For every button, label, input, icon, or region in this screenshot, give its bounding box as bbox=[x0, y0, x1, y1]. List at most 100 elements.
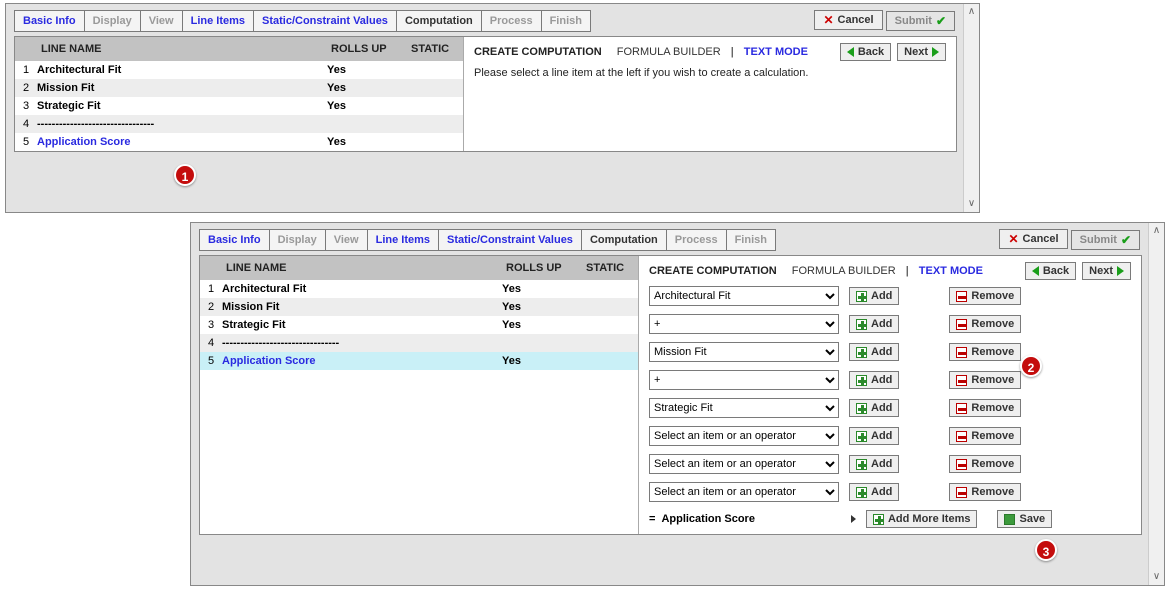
formula-item-select[interactable]: + bbox=[649, 370, 839, 390]
next-button[interactable]: Next bbox=[1082, 262, 1131, 280]
rolls-up-value: Yes bbox=[323, 79, 403, 97]
static-value bbox=[403, 97, 463, 115]
remove-button[interactable]: Remove bbox=[949, 315, 1021, 333]
tab-basic-info[interactable]: Basic Info bbox=[14, 10, 85, 32]
tab-computation[interactable]: Computation bbox=[581, 229, 667, 251]
table-row[interactable]: 4-------------------------------- bbox=[200, 334, 638, 352]
formula-item-select[interactable]: Select an item or an operator bbox=[649, 426, 839, 446]
plus-icon bbox=[856, 291, 867, 302]
add-more-items-button[interactable]: Add More Items bbox=[866, 510, 978, 528]
scrollbar-vertical[interactable]: ∧ ∨ bbox=[963, 4, 979, 212]
back-button[interactable]: Back bbox=[840, 43, 891, 61]
add-button[interactable]: Add bbox=[849, 315, 899, 333]
minus-icon bbox=[956, 319, 967, 330]
tab-line-items[interactable]: Line Items bbox=[182, 10, 254, 32]
line-name-link[interactable]: Application Score bbox=[222, 355, 316, 367]
formula-item-select[interactable]: + bbox=[649, 314, 839, 334]
tab-line-items[interactable]: Line Items bbox=[367, 229, 439, 251]
remove-button[interactable]: Remove bbox=[949, 483, 1021, 501]
formula-builder-label: FORMULA BUILDER bbox=[617, 46, 721, 58]
cancel-button[interactable]: ✕Cancel bbox=[814, 10, 882, 30]
table-row[interactable]: 3Strategic FitYes bbox=[15, 97, 463, 115]
cancel-label: Cancel bbox=[838, 14, 874, 26]
plus-icon bbox=[856, 487, 867, 498]
plus-icon bbox=[856, 347, 867, 358]
tab-row: ✕Cancel Submit✔ Basic InfoDisplayViewLin… bbox=[191, 223, 1148, 251]
next-button[interactable]: Next bbox=[897, 43, 946, 61]
add-button[interactable]: Add bbox=[849, 483, 899, 501]
table-row[interactable]: 5Application ScoreYes bbox=[15, 133, 463, 151]
tab-view: View bbox=[140, 10, 183, 32]
table-row[interactable]: 4-------------------------------- bbox=[15, 115, 463, 133]
tab-static-constraint-values[interactable]: Static/Constraint Values bbox=[253, 10, 397, 32]
add-button[interactable]: Add bbox=[849, 371, 899, 389]
row-number: 5 bbox=[200, 352, 218, 370]
scroll-up-icon[interactable]: ∧ bbox=[1149, 223, 1164, 239]
static-value bbox=[578, 316, 638, 334]
grid-header: LINE NAME ROLLS UP STATIC bbox=[15, 37, 463, 61]
line-name-link[interactable]: Application Score bbox=[37, 136, 131, 148]
computation-header: CREATE COMPUTATION FORMULA BUILDER | TEX… bbox=[649, 262, 1131, 280]
scroll-up-icon[interactable]: ∧ bbox=[964, 4, 979, 20]
table-row[interactable]: 2Mission FitYes bbox=[200, 298, 638, 316]
row-number: 1 bbox=[200, 280, 218, 298]
add-button[interactable]: Add bbox=[849, 399, 899, 417]
add-button[interactable]: Add bbox=[849, 343, 899, 361]
tab-display: Display bbox=[269, 229, 326, 251]
line-name: Mission Fit bbox=[218, 298, 498, 316]
static-value bbox=[578, 298, 638, 316]
add-button[interactable]: Add bbox=[849, 287, 899, 305]
static-value bbox=[403, 79, 463, 97]
tab-basic-info[interactable]: Basic Info bbox=[199, 229, 270, 251]
formula-row: Select an item or an operator Add Remove bbox=[649, 482, 1131, 502]
minus-icon bbox=[956, 375, 967, 386]
scrollbar-vertical[interactable]: ∧ ∨ bbox=[1148, 223, 1164, 585]
text-mode-link[interactable]: TEXT MODE bbox=[919, 265, 983, 277]
table-row[interactable]: 1Architectural FitYes bbox=[15, 61, 463, 79]
static-value bbox=[578, 334, 638, 352]
tab-finish: Finish bbox=[541, 10, 591, 32]
tab-display: Display bbox=[84, 10, 141, 32]
rolls-up-value bbox=[498, 334, 578, 352]
add-button[interactable]: Add bbox=[849, 455, 899, 473]
col-header-name: LINE NAME bbox=[33, 37, 323, 61]
remove-button[interactable]: Remove bbox=[949, 287, 1021, 305]
remove-button[interactable]: Remove bbox=[949, 371, 1021, 389]
add-button[interactable]: Add bbox=[849, 427, 899, 445]
line-items-grid: LINE NAME ROLLS UP STATIC 1Architectural… bbox=[200, 256, 639, 534]
back-button[interactable]: Back bbox=[1025, 262, 1076, 280]
rolls-up-value bbox=[323, 115, 403, 133]
line-name[interactable]: Application Score bbox=[218, 352, 498, 370]
plus-icon bbox=[856, 431, 867, 442]
table-row[interactable]: 3Strategic FitYes bbox=[200, 316, 638, 334]
table-row[interactable]: 2Mission FitYes bbox=[15, 79, 463, 97]
formula-item-select[interactable]: Select an item or an operator bbox=[649, 454, 839, 474]
tab-row: ✕Cancel Submit✔ Basic InfoDisplayViewLin… bbox=[6, 4, 963, 32]
tab-process: Process bbox=[666, 229, 727, 251]
cancel-button[interactable]: ✕Cancel bbox=[999, 229, 1067, 249]
line-name[interactable]: Application Score bbox=[33, 133, 323, 151]
panel-bottom: ∧ ∨ ✕Cancel Submit✔ Basic InfoDisplayVie… bbox=[190, 222, 1165, 586]
computation-hint: Please select a line item at the left if… bbox=[474, 67, 946, 79]
submit-button[interactable]: Submit✔ bbox=[886, 11, 955, 31]
formula-item-select[interactable]: Architectural Fit bbox=[649, 286, 839, 306]
save-button[interactable]: Save bbox=[997, 510, 1052, 528]
tab-computation[interactable]: Computation bbox=[396, 10, 482, 32]
scroll-down-icon[interactable]: ∨ bbox=[964, 196, 979, 212]
formula-item-select[interactable]: Mission Fit bbox=[649, 342, 839, 362]
remove-button[interactable]: Remove bbox=[949, 343, 1021, 361]
rolls-up-value: Yes bbox=[323, 133, 403, 151]
text-mode-link[interactable]: TEXT MODE bbox=[744, 46, 808, 58]
table-row[interactable]: 1Architectural FitYes bbox=[200, 280, 638, 298]
submit-button[interactable]: Submit✔ bbox=[1071, 230, 1140, 250]
remove-button[interactable]: Remove bbox=[949, 455, 1021, 473]
table-row[interactable]: 5Application ScoreYes bbox=[200, 352, 638, 370]
scroll-down-icon[interactable]: ∨ bbox=[1149, 569, 1164, 585]
formula-item-select[interactable]: Strategic Fit bbox=[649, 398, 839, 418]
remove-button[interactable]: Remove bbox=[949, 427, 1021, 445]
formula-item-select[interactable]: Select an item or an operator bbox=[649, 482, 839, 502]
line-name: Architectural Fit bbox=[33, 61, 323, 79]
tab-static-constraint-values[interactable]: Static/Constraint Values bbox=[438, 229, 582, 251]
triangle-left-icon bbox=[1032, 266, 1039, 276]
remove-button[interactable]: Remove bbox=[949, 399, 1021, 417]
